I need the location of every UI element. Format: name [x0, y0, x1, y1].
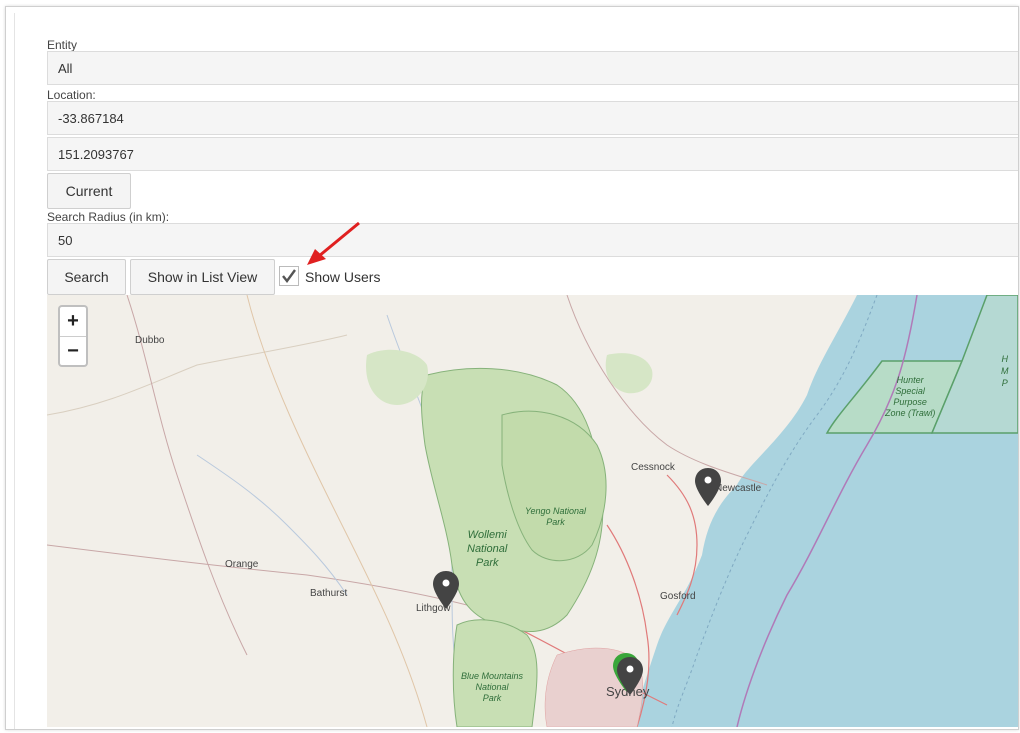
- ocean: [632, 295, 1018, 727]
- app-frame: Entity All Location: -33.867184 151.2093…: [5, 6, 1019, 730]
- zoom-control: + −: [58, 305, 88, 367]
- map-view[interactable]: + − Dubbo Orange Bathurst Lithgow Cessno…: [47, 295, 1018, 727]
- latitude-input[interactable]: -33.867184: [47, 101, 1018, 135]
- zoom-out-button[interactable]: −: [60, 337, 86, 366]
- place-dubbo: Dubbo: [135, 335, 165, 346]
- wollemi-park-label: Wollemi National Park: [467, 529, 508, 569]
- place-orange: Orange: [225, 559, 259, 570]
- yengo-park-label: Yengo National Park: [525, 506, 587, 527]
- entity-select[interactable]: All: [47, 51, 1018, 85]
- map-marker-lithgow[interactable]: [432, 570, 460, 610]
- show-list-view-button[interactable]: Show in List View: [130, 259, 275, 295]
- place-gosford: Gosford: [660, 591, 696, 602]
- location-label: Location:: [47, 88, 96, 102]
- map-marker-newcastle[interactable]: [694, 467, 722, 507]
- map-marker-sydney[interactable]: [616, 656, 644, 696]
- blue-mountains-park-label: Blue Mountains National Park: [461, 671, 524, 703]
- show-users-label: Show Users: [305, 269, 381, 285]
- hunter-zone-label: Hunter Special Purpose Zone (Trawl): [885, 375, 936, 418]
- longitude-input[interactable]: 151.2093767: [47, 137, 1018, 171]
- zoom-in-button[interactable]: +: [60, 307, 86, 337]
- current-location-button[interactable]: Current: [47, 173, 131, 209]
- search-radius-input[interactable]: 50: [47, 223, 1018, 257]
- marine-park-label: H M P: [1001, 354, 1009, 388]
- place-bathurst: Bathurst: [310, 588, 348, 599]
- frame-divider: [14, 13, 15, 729]
- search-radius-label: Search Radius (in km):: [47, 210, 170, 224]
- search-button[interactable]: Search: [47, 259, 126, 295]
- place-cessnock: Cessnock: [631, 462, 675, 473]
- show-users-checkbox[interactable]: [279, 266, 299, 286]
- entity-label: Entity: [47, 38, 78, 52]
- annotation-arrow-icon: [307, 221, 360, 265]
- checkmark-icon: [282, 269, 296, 283]
